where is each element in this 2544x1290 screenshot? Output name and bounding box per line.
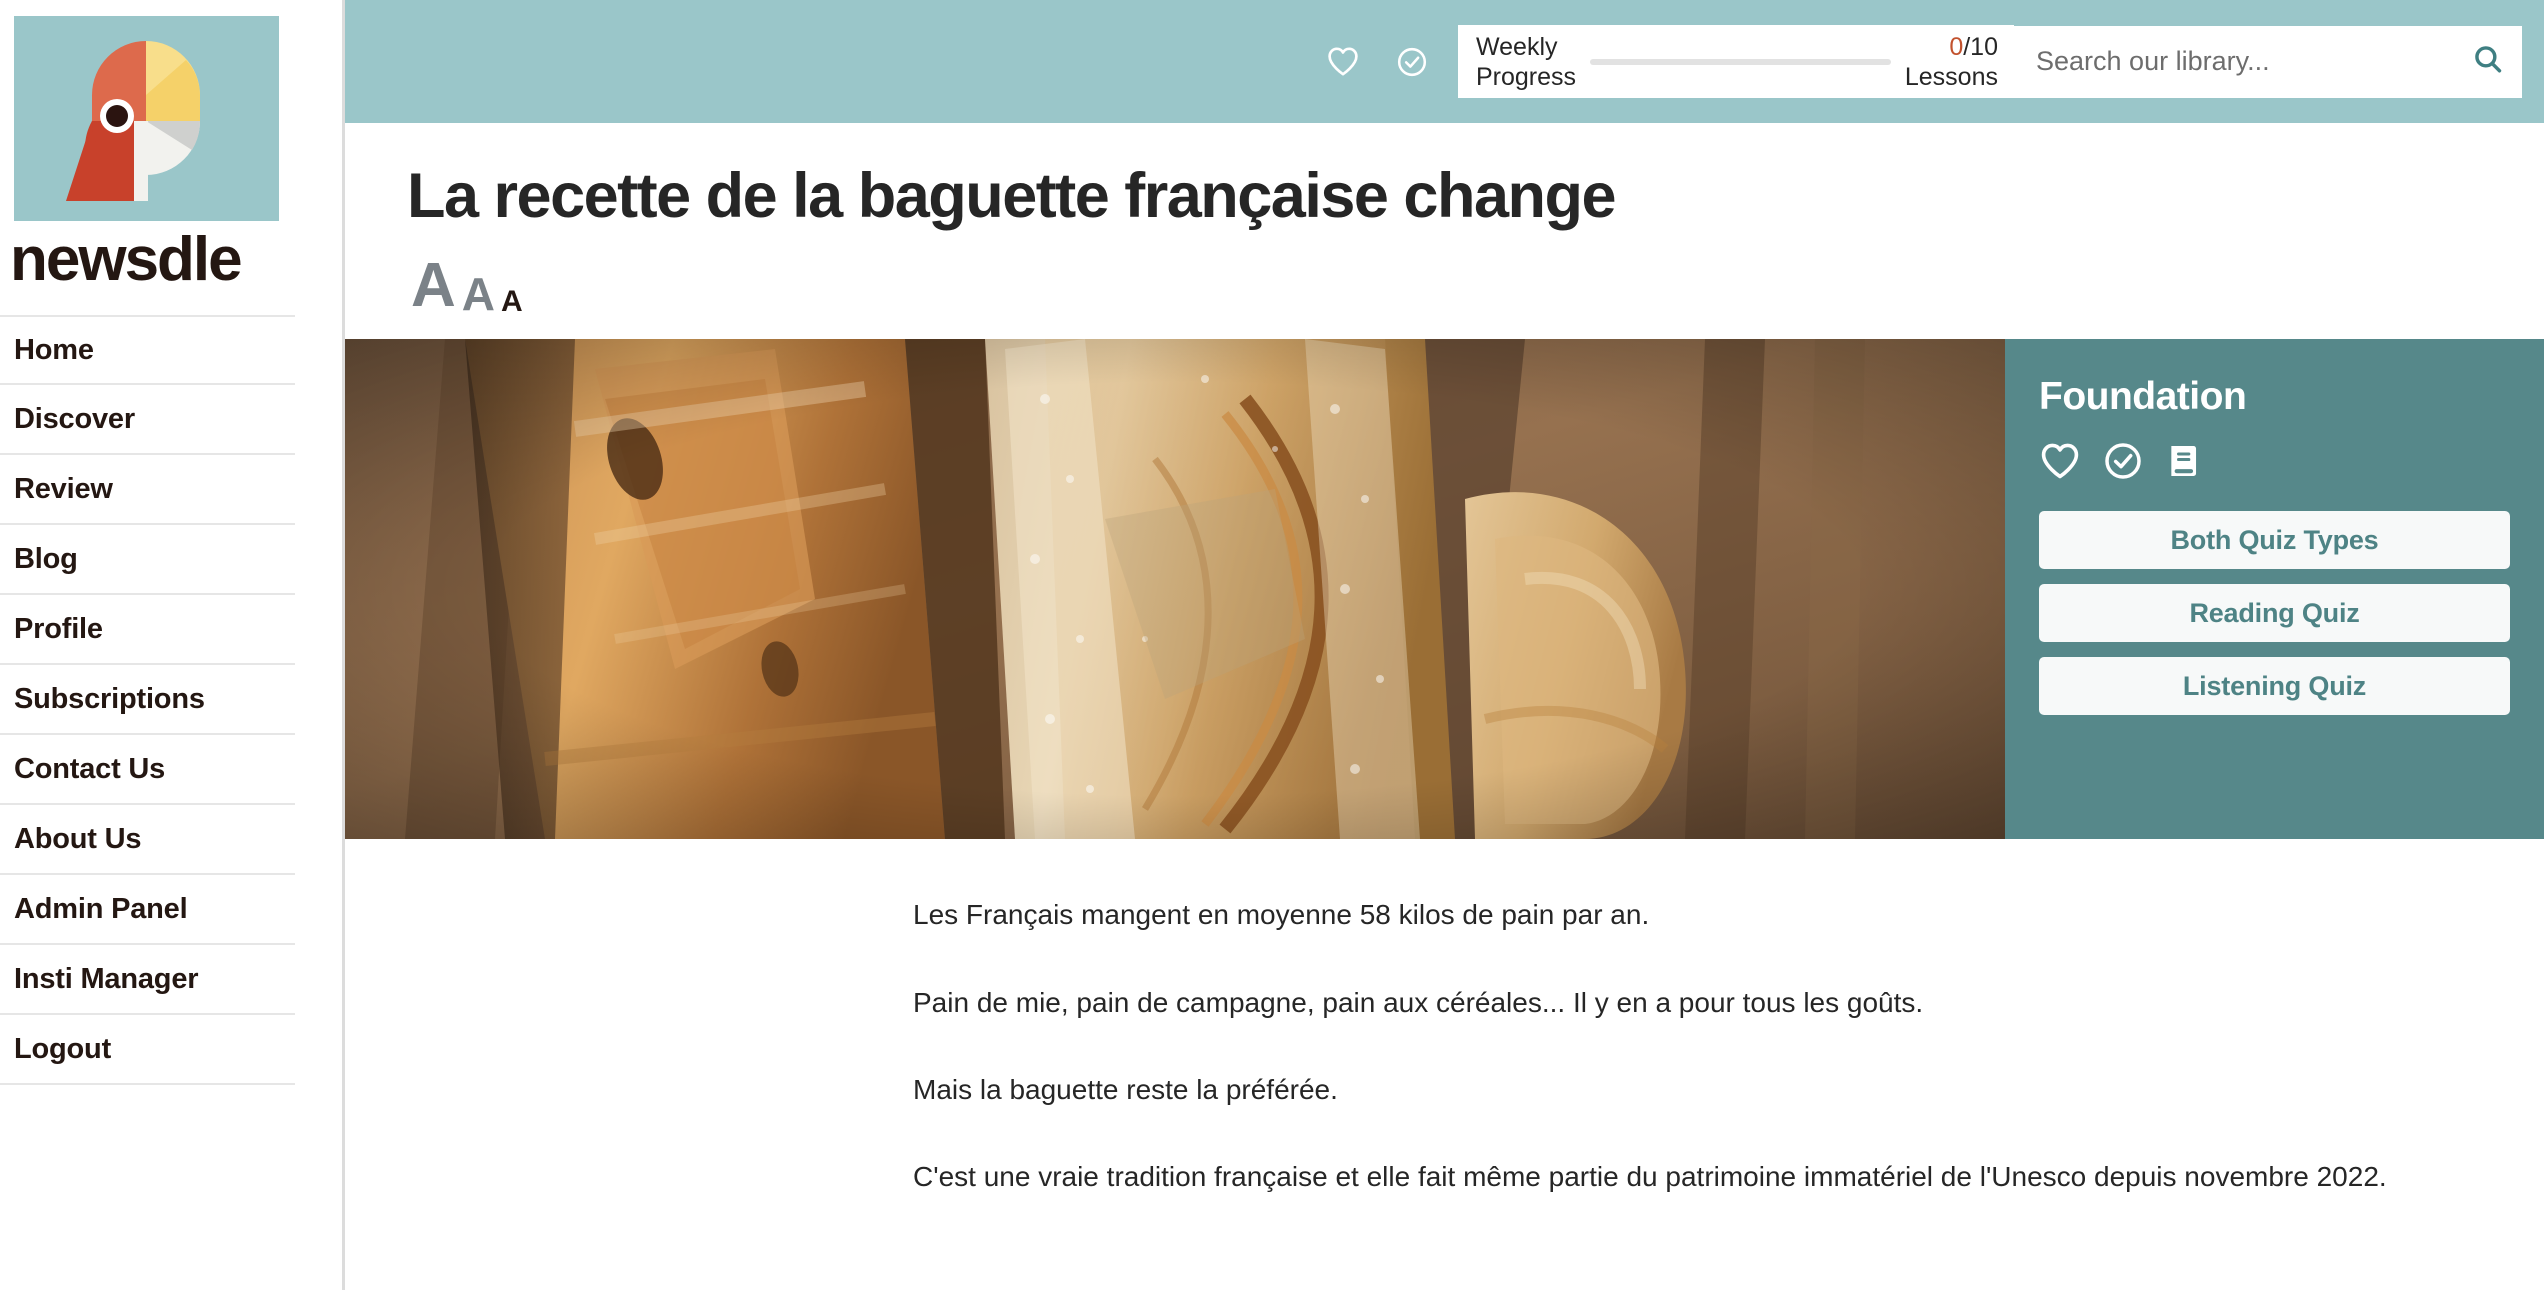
sidebar-item-blog[interactable]: Blog — [0, 525, 295, 595]
lesson-level-title: Foundation — [2039, 375, 2247, 419]
lessons-completed-count: 0 — [1949, 32, 1964, 61]
sidebar-item-insti-manager[interactable]: Insti Manager — [0, 945, 295, 1015]
article-body: Les Français mangent en moyenne 58 kilos… — [345, 839, 2544, 1290]
weekly-progress-count: 0/10 Lessons — [1905, 32, 1998, 92]
search-bar[interactable] — [2014, 25, 2522, 98]
lesson-action-icons — [2039, 438, 2510, 484]
top-bar: Weekly Progress 0/10 Lessons — [345, 0, 2544, 123]
heart-icon[interactable] — [1326, 46, 1360, 77]
sidebar: newsdle Home Discover Review Blog Profil… — [0, 0, 345, 1290]
article-hero-image — [345, 339, 2005, 840]
font-size-large-button[interactable]: A — [411, 255, 456, 317]
hero-row: Foundation Both Quiz Types Reading Quiz … — [345, 339, 2544, 840]
check-circle-icon[interactable] — [2103, 441, 2143, 481]
article-paragraph: Mais la baguette reste la préférée. — [913, 1073, 1338, 1105]
brand-logo[interactable]: newsdle — [10, 16, 279, 291]
search-input[interactable] — [2036, 46, 2472, 77]
check-circle-icon[interactable] — [1396, 46, 1428, 78]
progress-bar — [1590, 58, 1891, 65]
sidebar-item-admin-panel[interactable]: Admin Panel — [0, 875, 295, 945]
lessons-total-count: /10 — [1963, 32, 1998, 61]
bird-logo-svg — [14, 16, 279, 221]
sidebar-item-contact-us[interactable]: Contact Us — [0, 735, 295, 805]
sidebar-item-profile[interactable]: Profile — [0, 595, 295, 665]
font-size-medium-button[interactable]: A — [462, 271, 495, 317]
both-quiz-types-button[interactable]: Both Quiz Types — [2039, 511, 2510, 570]
listening-quiz-button[interactable]: Listening Quiz — [2039, 657, 2510, 716]
font-size-small-button[interactable]: A — [501, 287, 523, 317]
main-content: Weekly Progress 0/10 Lessons Search our … — [345, 0, 2544, 1290]
lesson-side-panel: Foundation Both Quiz Types Reading Quiz … — [2005, 339, 2544, 840]
sidebar-item-discover[interactable]: Discover — [0, 385, 295, 455]
page-title: La recette de la baguette française chan… — [407, 161, 1616, 231]
top-bar-icon-group — [1326, 46, 1428, 78]
sidebar-nav: Home Discover Review Blog Profile Subscr… — [0, 315, 342, 1085]
sidebar-item-review[interactable]: Review — [0, 455, 295, 525]
sidebar-item-home[interactable]: Home — [0, 315, 295, 385]
search-icon[interactable] — [2472, 43, 2504, 80]
article-paragraph: Pain de mie, pain de campagne, pain aux … — [913, 986, 1924, 1018]
weekly-progress-widget: Weekly Progress 0/10 Lessons — [1458, 25, 2014, 98]
app-root: newsdle Home Discover Review Blog Profil… — [0, 0, 2544, 1290]
weekly-progress-label: Weekly Progress — [1476, 32, 1577, 91]
article-header: La recette de la baguette française chan… — [345, 123, 2544, 318]
sidebar-item-about-us[interactable]: About Us — [0, 805, 295, 875]
sidebar-item-logout[interactable]: Logout — [0, 1015, 295, 1085]
heart-icon[interactable] — [2039, 442, 2081, 480]
newsdle-bird-logo-icon — [14, 16, 279, 221]
brand-wordmark: newsdle — [10, 225, 243, 294]
baguette-photo — [345, 339, 2005, 840]
lessons-unit-label: Lessons — [1904, 62, 1998, 91]
font-size-controls: A A A — [407, 251, 2544, 318]
book-icon[interactable] — [2165, 441, 2203, 481]
sidebar-item-subscriptions[interactable]: Subscriptions — [0, 665, 295, 735]
reading-quiz-button[interactable]: Reading Quiz — [2039, 584, 2510, 643]
article-paragraph: C'est une vraie tradition française et e… — [913, 1161, 2387, 1193]
article-paragraph: Les Français mangent en moyenne 58 kilos… — [913, 899, 1650, 931]
